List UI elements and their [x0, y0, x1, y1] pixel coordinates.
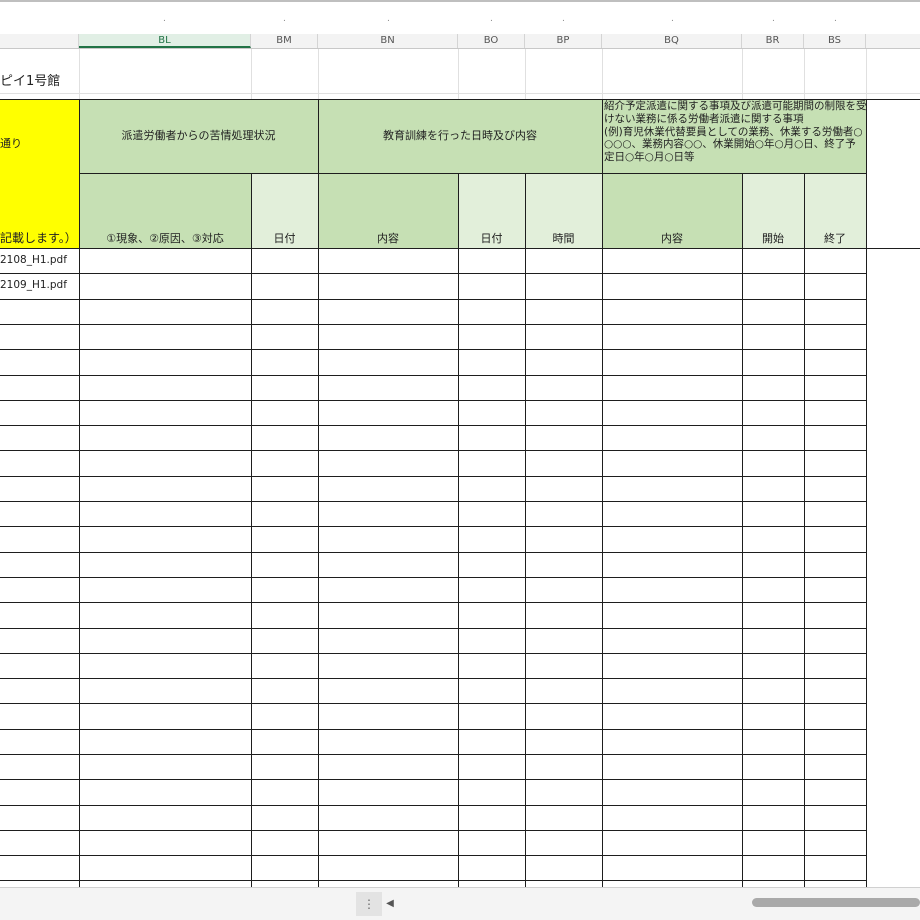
border-line: [0, 425, 866, 426]
column-marker: .: [283, 14, 286, 24]
border-line: [0, 779, 866, 780]
border-line: [0, 324, 866, 325]
formula-area-strip: . . . . . . . .: [0, 0, 920, 34]
column-header-bar: BL BM BN BO BP BQ BR BS: [0, 34, 920, 49]
special-start-header: 開始: [762, 232, 784, 245]
special-end-header: 終了: [824, 232, 846, 245]
training-date-header: 日付: [480, 232, 503, 245]
border-line: [0, 375, 866, 376]
gridline-vertical: [79, 49, 80, 99]
file-name-cell: 2109_H1.pdf: [0, 279, 67, 292]
gridline-vertical: [804, 49, 805, 99]
border-line: [0, 273, 866, 274]
sheet-tab-bar: ⋮ ◀: [0, 887, 920, 920]
border-line: [79, 173, 866, 174]
special-duties-header-line: けない業務に係る労働者派遣に関する事項: [604, 112, 804, 125]
training-time-header: 時間: [552, 232, 575, 245]
border-line: [0, 577, 866, 578]
special-duties-header-line: ○○○、業務内容○○、休業開始○年○月○日、終了予: [604, 138, 856, 151]
gridline-vertical: [866, 49, 867, 99]
special-duties-header-line: (例)育児休業代替要員としての業務、休業する労働者○: [604, 125, 863, 138]
border-line: [866, 99, 867, 887]
column-marker: .: [490, 14, 493, 24]
border-line: [0, 248, 920, 249]
column-header-bp[interactable]: BP: [525, 34, 602, 48]
column-marker: .: [772, 14, 775, 24]
training-content-header: 内容: [377, 232, 399, 245]
gridline-horizontal: [0, 93, 920, 94]
partial-header-bottom-text: 記載します。）: [0, 232, 77, 245]
border-line: [0, 552, 866, 553]
column-marker: .: [163, 14, 166, 24]
triangle-left-icon[interactable]: ◀: [384, 896, 396, 912]
border-line: [0, 526, 866, 527]
column-header-bo[interactable]: BO: [458, 34, 525, 48]
yellow-header-cell[interactable]: [0, 99, 79, 248]
border-line: [0, 653, 866, 654]
border-line: [0, 880, 866, 881]
border-line: [602, 99, 603, 887]
gridline-vertical: [525, 49, 526, 99]
column-header-next[interactable]: [866, 34, 920, 48]
column-header-bs[interactable]: BS: [804, 34, 866, 48]
border-line: [0, 628, 866, 629]
border-line: [0, 501, 866, 502]
border-line: [0, 678, 866, 679]
column-marker: .: [671, 14, 674, 24]
column-header-bm[interactable]: BM: [251, 34, 318, 48]
partial-header-top-text: 通り: [0, 137, 22, 150]
building-name-label: ピイ1号館: [0, 74, 61, 89]
border-line: [79, 99, 80, 887]
column-marker: .: [834, 14, 837, 24]
horizontal-scrollbar-thumb[interactable]: [752, 898, 920, 907]
gridline-vertical: [318, 49, 319, 99]
column-header-bn[interactable]: BN: [318, 34, 458, 48]
border-line: [0, 602, 866, 603]
special-content-header: 内容: [661, 232, 683, 245]
border-line: [318, 99, 319, 887]
vertical-ellipsis-icon[interactable]: ⋮: [356, 892, 382, 916]
border-line: [0, 476, 866, 477]
border-line: [0, 830, 866, 831]
border-line: [0, 703, 866, 704]
special-duties-header-line: 紹介予定派遣に関する事項及び派遣可能期間の制限を受: [604, 100, 866, 112]
training-group-header: 教育訓練を行った日時及び内容: [383, 129, 537, 142]
column-header-bl[interactable]: BL: [79, 34, 251, 48]
border-line: [0, 729, 866, 730]
column-marker: .: [387, 14, 390, 24]
special-duties-header-line: 定日○年○月○日等: [604, 151, 695, 164]
border-line: [0, 349, 866, 350]
column-header-br[interactable]: BR: [742, 34, 804, 48]
complaints-group-header: 派遣労働者からの苦情処理状況: [121, 129, 276, 142]
border-line: [0, 400, 866, 401]
complaint-detail-header: ①現象、②原因、③対応: [106, 232, 224, 245]
border-line: [0, 754, 866, 755]
border-line: [0, 805, 866, 806]
column-header-partial[interactable]: [0, 34, 79, 48]
file-name-cell: 2108_H1.pdf: [0, 254, 67, 266]
gridline-vertical: [458, 49, 459, 99]
column-header-bq[interactable]: BQ: [602, 34, 742, 48]
complaint-date-header: 日付: [273, 232, 296, 245]
column-marker: .: [562, 14, 565, 24]
gridline-vertical: [251, 49, 252, 99]
border-line: [0, 855, 866, 856]
gridline-vertical: [742, 49, 743, 99]
gridline-vertical: [602, 49, 603, 99]
spreadsheet-grid[interactable]: ピイ1号館通り記載します。） 派遣労働者からの苦情処理状況 教育訓練を行った日時及び…: [0, 49, 920, 887]
border-line: [0, 450, 866, 451]
border-line: [0, 299, 866, 300]
